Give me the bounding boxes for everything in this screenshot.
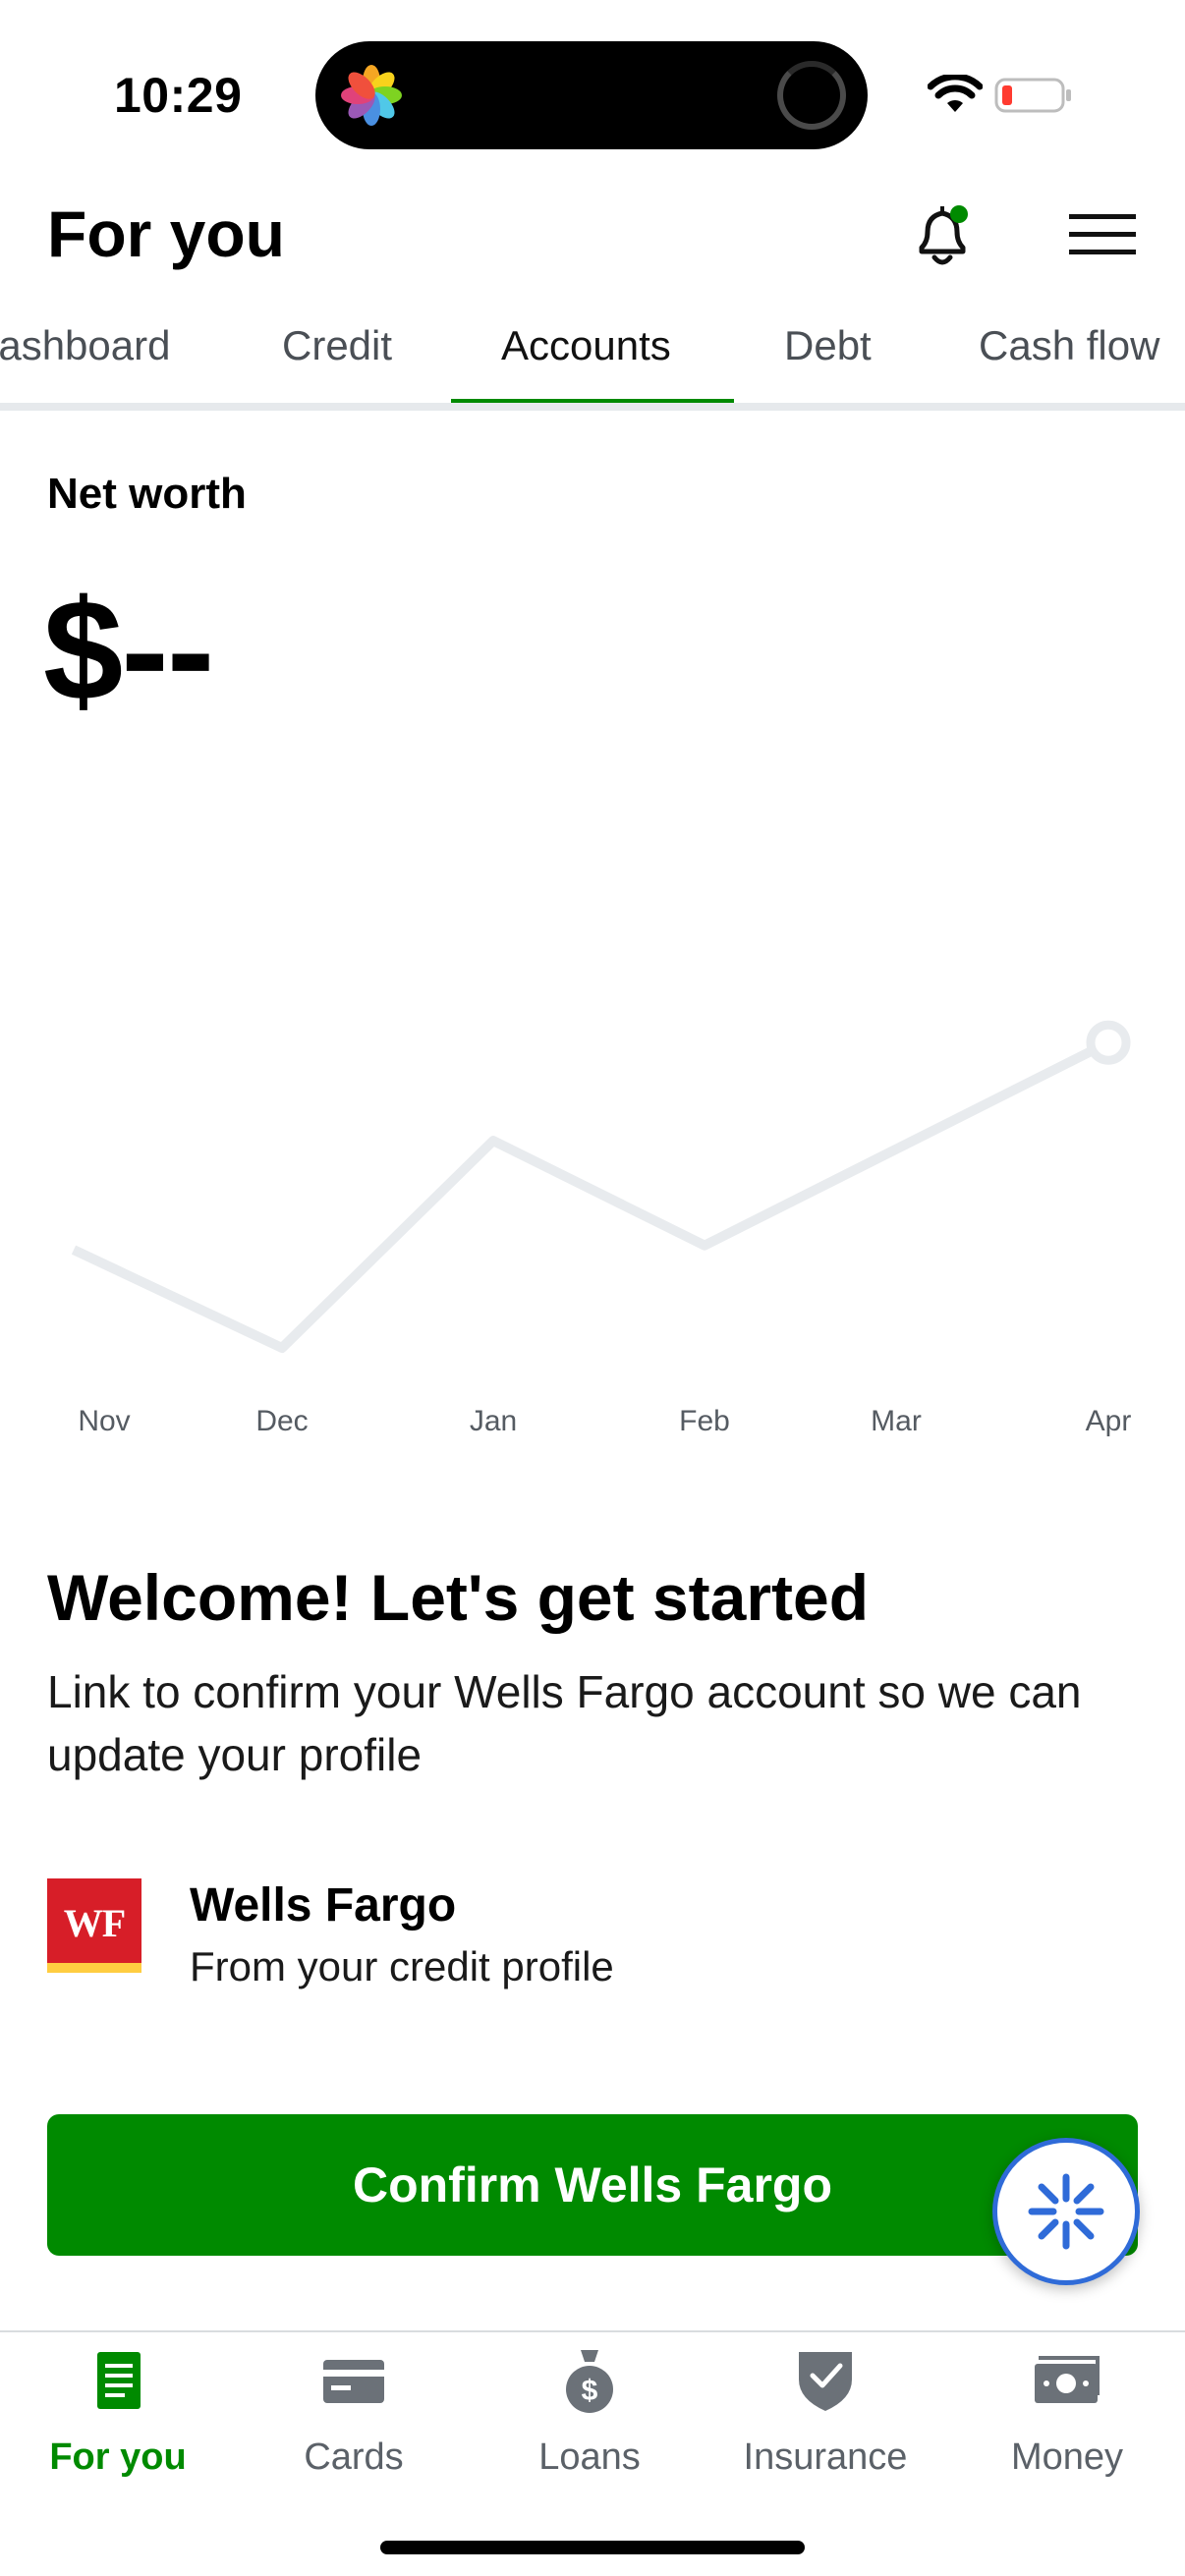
- nav-loans[interactable]: $ Loans: [472, 2332, 707, 2480]
- net-worth-chart: Nov Dec Jan Feb Mar Apr: [71, 1020, 1132, 1437]
- x-tick-label: Apr: [1086, 1405, 1132, 1437]
- logo-letters: WF: [63, 1901, 126, 1945]
- bank-row[interactable]: WF Wells Fargo From your credit profile: [47, 1878, 1138, 1989]
- page-title: For you: [47, 197, 285, 270]
- svg-text:$: $: [582, 2375, 598, 2407]
- notification-bell-icon[interactable]: [910, 198, 979, 273]
- tab-debt[interactable]: Debt: [784, 322, 872, 369]
- nav-label: For you: [49, 2436, 187, 2478]
- active-tab-indicator: [451, 399, 734, 403]
- wifi-icon: [928, 75, 983, 112]
- series-line: [71, 1037, 1111, 1353]
- home-indicator: [380, 2541, 805, 2554]
- document-icon: [97, 2352, 141, 2409]
- logo-stripe: [47, 1963, 141, 1973]
- confirm-wells-fargo-button[interactable]: Confirm Wells Fargo: [47, 2114, 1138, 2256]
- menu-icon[interactable]: [1067, 210, 1138, 259]
- bottom-navigation: For you Cards $ Loans Insurance Money: [0, 2330, 1185, 2576]
- sparkle-icon: [1028, 2173, 1104, 2250]
- tab-dashboard[interactable]: Dashboard: [0, 322, 170, 369]
- status-time: 10:29: [114, 68, 243, 123]
- battery-icon: [994, 78, 1071, 113]
- dynamic-island: [315, 41, 868, 149]
- tab-bar: Dashboard Credit Accounts Debt Cash flow: [0, 312, 1185, 411]
- last-point-marker: [1086, 1020, 1131, 1065]
- welcome-title: Welcome! Let's get started: [47, 1561, 870, 1634]
- card-icon: [323, 2360, 384, 2403]
- x-tick-label: Dec: [255, 1405, 308, 1437]
- tab-credit[interactable]: Credit: [282, 322, 392, 369]
- cash-icon: [1035, 2356, 1100, 2403]
- shield-icon: [799, 2352, 852, 2411]
- money-bag-icon: $: [566, 2350, 613, 2413]
- welcome-text: Link to confirm your Wells Fargo account…: [47, 1666, 1082, 1780]
- wells-fargo-logo: WF: [47, 1878, 141, 1973]
- bank-name: Wells Fargo: [190, 1879, 457, 1932]
- tab-cash-flow[interactable]: Cash flow: [979, 322, 1159, 369]
- nav-for-you[interactable]: For you: [0, 2332, 236, 2480]
- tab-accounts[interactable]: Accounts: [501, 322, 671, 369]
- bank-subtitle: From your credit profile: [190, 1943, 614, 1989]
- photos-app-icon: [341, 65, 402, 126]
- nav-label: Loans: [538, 2436, 641, 2478]
- status-bar: 10:29: [0, 0, 1185, 187]
- activity-spinner-icon: [777, 61, 846, 130]
- nav-money[interactable]: Money: [949, 2332, 1185, 2480]
- nav-cards[interactable]: Cards: [236, 2332, 472, 2480]
- nav-label: Cards: [304, 2436, 404, 2478]
- net-worth-label: Net worth: [47, 470, 247, 518]
- nav-insurance[interactable]: Insurance: [707, 2332, 943, 2480]
- nav-label: Insurance: [743, 2436, 908, 2478]
- assistant-fab[interactable]: [992, 2138, 1140, 2285]
- x-tick-label: Feb: [679, 1405, 730, 1437]
- x-tick-label: Mar: [871, 1405, 922, 1437]
- nav-label: Money: [1010, 2436, 1124, 2478]
- x-tick-label: Jan: [470, 1405, 517, 1437]
- net-worth-value: $--: [43, 570, 214, 730]
- x-tick-label: Nov: [78, 1405, 130, 1437]
